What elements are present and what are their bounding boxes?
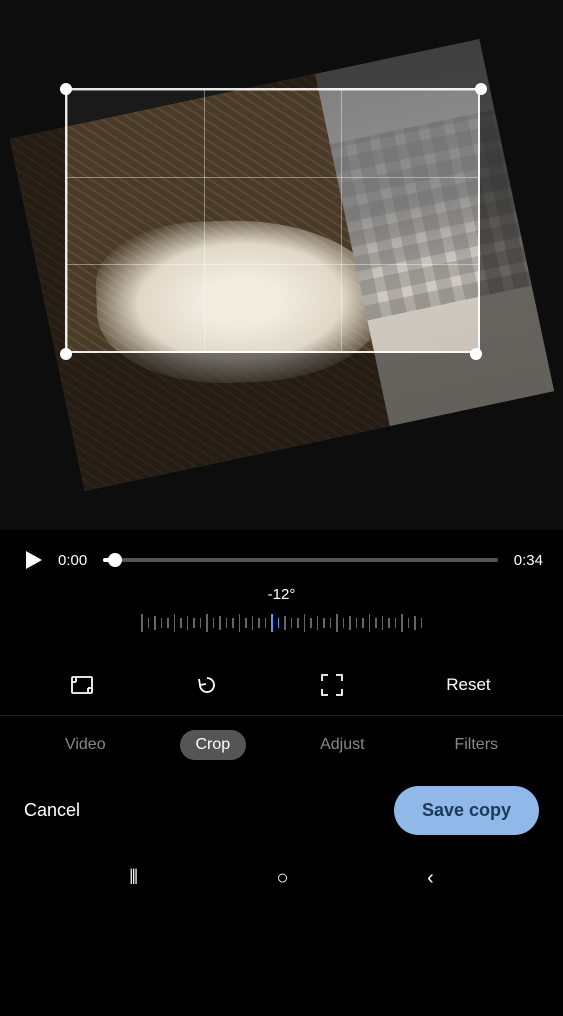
tools-row: Reset: [0, 651, 563, 716]
crop-handle-bottom-left[interactable]: [60, 348, 72, 360]
cancel-button[interactable]: Cancel: [24, 800, 80, 821]
tick-mark: [421, 618, 423, 628]
aspect-ratio-icon: [69, 672, 95, 698]
tick-mark: [395, 618, 397, 628]
tick-mark: [304, 614, 306, 632]
tick-mark: [265, 618, 267, 628]
recent-apps-button[interactable]: ⦀: [129, 867, 138, 890]
tick-mark: [297, 618, 299, 628]
tick-mark: [206, 614, 208, 632]
tick-mark: [278, 618, 280, 628]
tick-mark: [291, 618, 293, 628]
video-controls: 0:00 0:34 -12°: [0, 530, 563, 651]
tab-bar: Video Crop Adjust Filters: [0, 716, 563, 774]
total-time: 0:34: [508, 552, 543, 569]
tab-crop[interactable]: Crop: [180, 730, 247, 760]
tick-mark: [330, 618, 332, 628]
tab-adjust[interactable]: Adjust: [304, 730, 380, 760]
tick-mark: [284, 616, 286, 630]
photo-editor-canvas: [0, 0, 563, 530]
tick-mark: [239, 614, 241, 632]
crop-dim-top: [0, 0, 563, 88]
tick-mark: [245, 618, 247, 628]
action-bar: Cancel Save copy: [0, 774, 563, 851]
rotation-slider[interactable]: [20, 611, 543, 635]
system-nav-bar: ⦀ ○ ‹: [0, 851, 563, 906]
home-button[interactable]: ○: [277, 867, 289, 890]
tick-mark: [200, 618, 202, 628]
tick-mark: [226, 618, 228, 628]
aspect-ratio-button[interactable]: [60, 663, 104, 707]
tick-mark: [252, 616, 254, 630]
timeline-row: 0:00 0:34: [20, 546, 543, 574]
tick-mark: [349, 616, 351, 630]
tick-mark: [213, 618, 215, 628]
tick-mark: [258, 618, 260, 628]
tick-mark: [167, 618, 169, 628]
tab-video[interactable]: Video: [49, 730, 122, 760]
save-copy-button[interactable]: Save copy: [394, 786, 539, 835]
crop-handle-top-right[interactable]: [475, 83, 487, 95]
tick-mark: [141, 614, 143, 632]
back-button[interactable]: ‹: [427, 867, 434, 890]
tick-mark: [161, 618, 163, 628]
crop-handle-bottom-right[interactable]: [470, 348, 482, 360]
tick-mark: [232, 618, 234, 628]
rotate-button[interactable]: [185, 663, 229, 707]
tick-mark: [271, 614, 273, 632]
tick-mark: [369, 614, 371, 632]
tick-track: [20, 614, 543, 632]
rotation-section: -12°: [20, 586, 543, 635]
crop-handle-top-left[interactable]: [60, 83, 72, 95]
rotate-icon: [193, 671, 221, 699]
crop-frame[interactable]: [65, 88, 480, 353]
tick-mark: [219, 616, 221, 630]
tick-mark: [323, 618, 325, 628]
tick-mark: [154, 616, 156, 630]
tick-mark: [343, 618, 345, 628]
scrubber-track[interactable]: [103, 558, 498, 562]
crop-dim-left: [0, 88, 65, 353]
tick-mark: [310, 618, 312, 628]
tick-mark: [408, 618, 410, 628]
expand-icon: [319, 672, 345, 698]
tick-mark: [148, 618, 150, 628]
crop-dim-right: [480, 88, 563, 353]
tick-mark: [414, 616, 416, 630]
rotation-value: -12°: [268, 586, 296, 603]
expand-button[interactable]: [310, 663, 354, 707]
tick-mark: [362, 618, 364, 628]
current-time: 0:00: [58, 552, 93, 569]
play-icon: [26, 551, 42, 569]
tick-mark: [180, 618, 182, 628]
tick-mark: [317, 616, 319, 630]
scrubber-thumb[interactable]: [108, 553, 122, 567]
tick-mark: [187, 616, 189, 630]
tick-mark: [193, 618, 195, 628]
reset-button[interactable]: Reset: [434, 667, 502, 703]
tab-filters[interactable]: Filters: [438, 730, 514, 760]
tick-mark: [401, 614, 403, 632]
tick-mark: [382, 616, 384, 630]
tick-mark: [174, 614, 176, 632]
tick-mark: [375, 618, 377, 628]
tick-mark: [388, 618, 390, 628]
tick-mark: [356, 618, 358, 628]
play-button[interactable]: [20, 546, 48, 574]
crop-dim-bottom: [0, 353, 563, 530]
tick-mark: [336, 614, 338, 632]
